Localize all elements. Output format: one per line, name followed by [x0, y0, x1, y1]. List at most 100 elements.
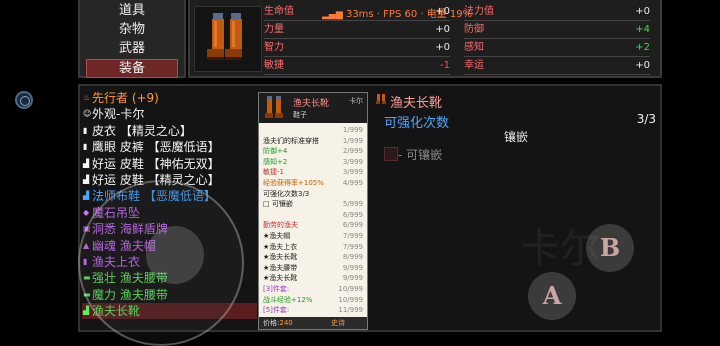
card-line: 渔夫们的标准穿搭 1/999 — [263, 136, 363, 146]
item-row[interactable]: ▮ 皮衣 【精灵之心】 — [82, 123, 257, 139]
stat-value: +0 — [524, 4, 650, 21]
joystick-thumb[interactable] — [146, 226, 204, 284]
card-line: 勤劳的渔夫 6/999 — [263, 220, 363, 230]
item-label: 好运 皮鞋 【神佑无双】 — [92, 156, 220, 171]
card-line: ★渔夫上衣 7/999 — [263, 242, 363, 252]
card-line: [5]件套: 11/999 — [263, 305, 363, 315]
stat-value: +2 — [524, 40, 650, 57]
pendant-icon: ◆ — [83, 207, 90, 217]
card-line-count: 8/999 — [342, 253, 363, 262]
card-line-count: 4/999 — [342, 179, 363, 187]
card-line-text: [5]件套: — [263, 306, 290, 315]
card-line-text: ★渔夫上衣 — [263, 242, 298, 251]
b-button[interactable]: B — [586, 224, 634, 272]
item-row[interactable]: ▮ 鹰眼 皮裤 【恶魔低语】 — [82, 139, 257, 155]
card-line-text: ★渔夫长靴 — [263, 274, 298, 283]
stat-label: 法力值 — [464, 4, 524, 21]
card-line-text: [3]件套: — [263, 285, 290, 293]
card-line: □ 可镶嵌 5/999 — [263, 199, 363, 209]
card-line-count: 1/999 — [342, 136, 363, 145]
stat-label: 生命值 — [264, 4, 324, 21]
mask-icon: ☺ — [83, 109, 92, 119]
card-line: 战斗经验+12% 10/999 — [263, 295, 363, 305]
a-button[interactable]: A — [528, 272, 576, 320]
boot-icon: ▟ — [83, 174, 90, 184]
category-tab-misc[interactable]: 杂物 — [86, 21, 178, 38]
card-line: ★渔夫帽 7/999 — [263, 231, 363, 241]
card-header: 渔夫长靴 鞋子 卡尔 — [259, 93, 367, 123]
card-line-text: ★渔夫长靴 — [263, 253, 298, 262]
card-line: 可强化次数3/3 — [263, 189, 363, 199]
detail-title: 渔夫长靴 — [390, 96, 443, 111]
item-row[interactable]: ▟ 好运 皮鞋 【神佑无双】 — [82, 156, 257, 172]
card-line-count: 9/999 — [342, 274, 363, 283]
equipped-item-preview — [194, 6, 262, 72]
card-footer: 价格:240 史诗 — [259, 317, 367, 329]
card-line-text: 战斗经验+12% — [263, 295, 313, 304]
boot-icon: ▟ — [83, 158, 90, 168]
card-line-text: 可强化次数3/3 — [263, 189, 310, 198]
boots-icon — [265, 96, 283, 118]
card-line-text: 防御+4 — [263, 147, 288, 156]
stat-label: 幸运 — [464, 58, 524, 75]
card-line-text: ★渔夫帽 — [263, 232, 291, 240]
stat-value: +0 — [524, 58, 650, 75]
card-line-text: 感知+2 — [263, 157, 288, 166]
item-row[interactable]: ☺ 外观-卡尔 — [82, 106, 257, 122]
floating-menu-icon[interactable] — [15, 91, 33, 109]
item-label: 皮衣 【精灵之心】 — [92, 123, 192, 138]
stat-value: +0 — [324, 4, 450, 21]
card-subtitle: 鞋子 — [293, 111, 307, 119]
card-line-count: 7/999 — [342, 242, 363, 251]
item-tooltip-card: 渔夫长靴 鞋子 卡尔 1/999 渔夫们的标准穿搭 1/999 防御+4 2/999 感知… — [258, 92, 368, 330]
card-line-count: 7/999 — [342, 232, 363, 240]
item-label: 鹰眼 皮裤 【恶魔低语】 — [92, 140, 220, 155]
card-line-count: 2/999 — [342, 147, 363, 156]
price-value: 240 — [279, 319, 293, 327]
item-detail-panel: 渔夫长靴 可强化次数 3/3 镶嵌 - 可镶嵌 — [376, 90, 660, 330]
card-line-count: 3/999 — [342, 157, 363, 166]
stat-label: 力量 — [264, 22, 324, 39]
stat-value: -1 — [324, 58, 450, 75]
stat-value: +0 — [324, 40, 450, 57]
card-line-count: 11/999 — [338, 306, 363, 315]
card-line: ★渔夫长靴 9/999 — [263, 273, 363, 283]
item-row[interactable]: ♨ 先行者 (+9) — [82, 90, 257, 106]
inlay-option-label: - 可镶嵌 — [398, 148, 443, 162]
category-menu: 道具 杂物 武器 装备 — [78, 0, 186, 78]
category-tab-items[interactable]: 道具 — [86, 2, 178, 19]
card-owner: 卡尔 — [349, 97, 363, 105]
enhance-count-value: 3/3 — [636, 112, 656, 126]
card-line: 防御+4 2/999 — [263, 146, 363, 156]
card-line-text: 渔夫们的标准穿搭 — [263, 136, 319, 145]
category-tab-equipment[interactable]: 装备 — [86, 59, 178, 78]
inlay-slot-checkbox[interactable] — [384, 147, 398, 161]
stat-label: 防御 — [464, 22, 524, 39]
card-line-text: □ 可镶嵌 — [263, 200, 293, 209]
card-line-text: 敏捷-1 — [263, 168, 284, 177]
card-line-count: 10/999 — [338, 285, 363, 293]
boot-icon: ▟ — [83, 191, 90, 201]
flame-icon: ♨ — [83, 93, 91, 102]
card-price: 价格:240 — [263, 317, 293, 329]
item-label: 先行者 (+9) — [92, 91, 159, 105]
card-line: ★渔夫腰带 9/999 — [263, 263, 363, 273]
stat-label: 智力 — [264, 40, 324, 57]
card-line-text: 勤劳的渔夫 — [263, 221, 298, 230]
card-line: 1/999 — [263, 125, 363, 135]
stats-header: ▂▄▆ 33ms · FPS 60 · 电量 19% 生命值 +0 法力值 +0… — [188, 0, 662, 78]
enhance-count-label: 可强化次数 — [384, 116, 450, 131]
card-line-count: 1/999 — [342, 126, 363, 134]
stat-label: 敏捷 — [264, 58, 324, 75]
card-line: 敏捷-1 3/999 — [263, 167, 363, 177]
category-tab-weapons[interactable]: 武器 — [86, 40, 178, 57]
inlay-header: 镶嵌 — [504, 130, 529, 144]
card-line: ★渔夫长靴 8/999 — [263, 252, 363, 262]
card-line-text: 经验获得率+105% — [263, 179, 324, 187]
card-line-count: 6/999 — [342, 221, 363, 230]
stat-label: 感知 — [464, 40, 524, 57]
stat-value: +0 — [324, 22, 450, 39]
boot-icon: ▟ — [83, 306, 90, 316]
item-label: 外观-卡尔 — [92, 107, 145, 122]
boots-icon — [207, 13, 242, 60]
